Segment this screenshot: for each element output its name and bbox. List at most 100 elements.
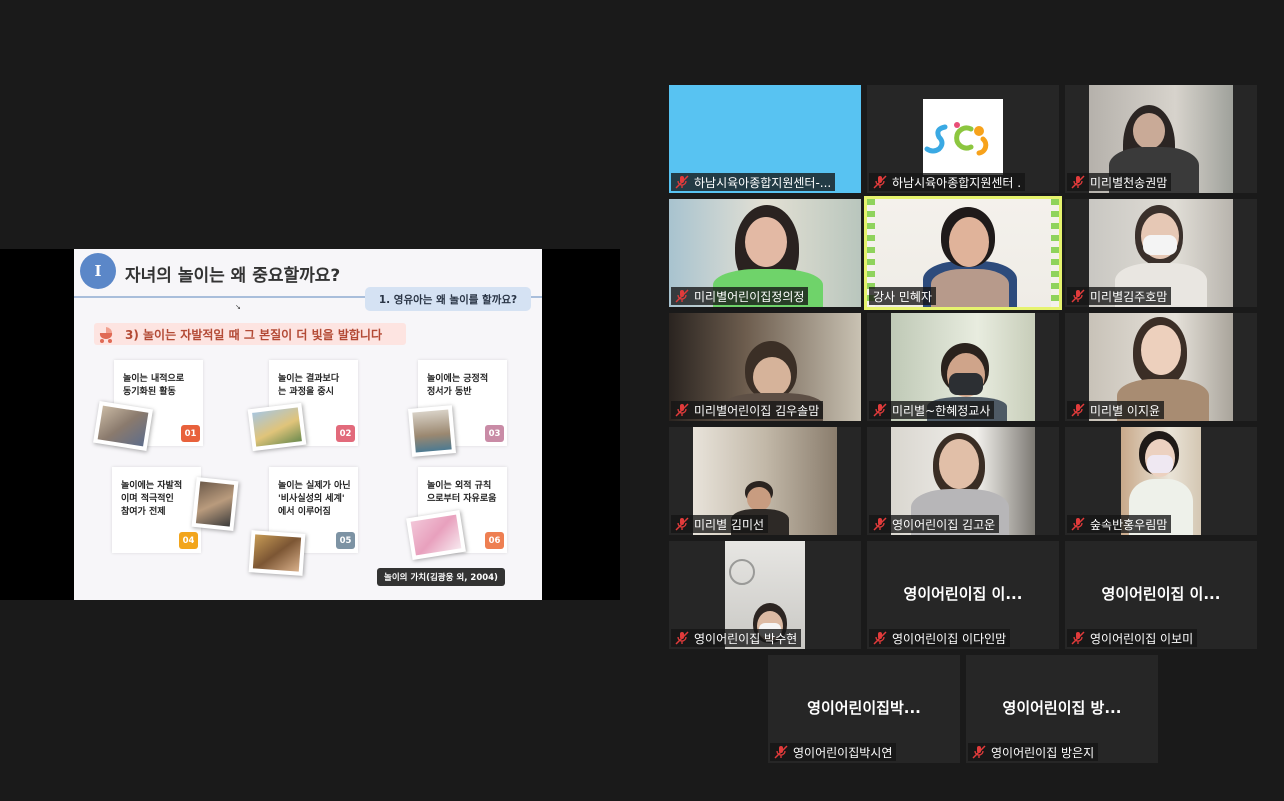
mic-muted-icon — [675, 289, 689, 303]
name-bar: 하남시육아종합지원센터-... — [671, 173, 836, 191]
mouse-pointer: ↘ — [235, 303, 241, 311]
card-text: 놀이에는 긍정적 정서가 동반 — [427, 374, 489, 397]
mic-muted-icon — [1071, 175, 1085, 189]
photo-child-toys — [407, 405, 457, 457]
card-number: 02 — [336, 425, 355, 442]
section-badge: I — [80, 253, 116, 289]
photo-children-group — [248, 530, 306, 576]
name-bar: 영이어린이집 이다인맘 — [869, 629, 1011, 647]
name-bar: 영이어린이집 김고운 — [869, 515, 1000, 533]
card-text: 놀이는 실제가 아닌 '비사실성의 세계' 에서 이루어짐 — [278, 481, 351, 517]
photo-baby-pink — [406, 510, 466, 560]
presentation-slide: I 자녀의 놀이는 왜 중요할까요? 1. 영유아는 왜 놀이를 할까요? ↘ … — [74, 249, 542, 600]
name-bar: 강사 민혜자 — [869, 287, 937, 305]
name-bar: 미리별김주호맘 — [1067, 287, 1172, 305]
name-bar: 미리별어린이집정의정 — [671, 287, 809, 305]
participant-display-name: 영이어린이집 이... — [1101, 585, 1221, 603]
participant-display-name: 영이어린이집 방... — [1002, 699, 1122, 717]
organization-logo — [923, 99, 1003, 175]
stroller-icon — [99, 327, 113, 343]
mic-muted-icon — [873, 403, 887, 417]
participant-name: 하남시육아종합지원센터-... — [694, 175, 832, 190]
card-text: 놀이는 외적 규칙 으로부터 자유로움 — [427, 481, 497, 504]
participant-tile[interactable]: 미리별어린이집정의정 — [669, 199, 861, 307]
name-bar: 영이어린이집 이보미 — [1067, 629, 1198, 647]
mic-muted-icon — [675, 631, 689, 645]
mic-muted-icon — [873, 175, 887, 189]
photo-child-drawing — [191, 476, 239, 532]
participant-name: 숲속반홍우림맘 — [1090, 517, 1168, 532]
participant-tile[interactable]: 미리별 김미선 — [669, 427, 861, 535]
card-04: 놀이에는 자발적 이며 적극적인 참여가 전제 04 — [112, 467, 201, 553]
card-number: 01 — [181, 425, 200, 442]
card-number: 05 — [336, 532, 355, 549]
participant-tile[interactable]: 영이어린이집 김고운 — [867, 427, 1059, 535]
card-text: 놀이에는 자발적 이며 적극적인 참여가 전제 — [121, 481, 183, 517]
participant-name: 영이어린이집 이보미 — [1090, 631, 1194, 646]
participant-name: 영이어린이집 김고운 — [892, 517, 996, 532]
mic-muted-icon — [1071, 517, 1085, 531]
name-bar: 영이어린이집 박수현 — [671, 629, 802, 647]
participant-name: 미리별천송권맘 — [1090, 175, 1168, 190]
card-number: 03 — [485, 425, 504, 442]
participant-name: 영이어린이집 이다인맘 — [892, 631, 1007, 646]
slide-subtitle: 1. 영유아는 왜 놀이를 할까요? — [365, 287, 531, 311]
mic-muted-icon — [675, 403, 689, 417]
photo-child-blocks — [247, 402, 307, 452]
participant-tile[interactable]: 영이어린이집박... 영이어린이집박시연 — [768, 655, 960, 763]
slide-title: 자녀의 놀이는 왜 중요할까요? — [125, 266, 341, 286]
slide-heading-box: 3) 놀이는 자발적일 때 그 본질이 더 빛을 발합니다 — [94, 323, 406, 345]
participant-tile[interactable]: 미리별천송권맘 — [1065, 85, 1257, 193]
participant-name: 영이어린이집 박수현 — [694, 631, 798, 646]
card-number: 06 — [485, 532, 504, 549]
participant-tile[interactable]: 미리별김주호맘 — [1065, 199, 1257, 307]
participant-name: 강사 민혜자 — [873, 289, 933, 304]
participant-display-name: 영이어린이집박... — [807, 699, 921, 717]
participant-name: 영이어린이집박시연 — [793, 745, 893, 760]
name-bar: 미리별천송권맘 — [1067, 173, 1172, 191]
participant-tile[interactable]: 미리별 이지윤 — [1065, 313, 1257, 421]
mic-muted-icon — [873, 631, 887, 645]
name-bar: 영이어린이집 방은지 — [968, 743, 1099, 761]
name-bar: 미리별 이지윤 — [1067, 401, 1165, 419]
card-text: 놀이는 결과보다 는 과정을 중시 — [278, 374, 340, 397]
participant-tile[interactable]: 하남시육아종합지원센터-... — [669, 85, 861, 193]
participant-tile[interactable]: 영이어린이집 이... 영이어린이집 이보미 — [1065, 541, 1257, 649]
participant-tile[interactable]: 숲속반홍우림맘 — [1065, 427, 1257, 535]
participant-name: 미리별 김미선 — [694, 517, 765, 532]
participant-tile[interactable]: 미리별어린이집 김우솔맘 — [669, 313, 861, 421]
mic-muted-icon — [972, 745, 986, 759]
card-number: 04 — [179, 532, 198, 549]
name-bar: 미리별어린이집 김우솔맘 — [671, 401, 824, 419]
card-text: 놀이는 내적으로 동기화된 활동 — [123, 374, 185, 397]
participant-name: 미리별어린이집정의정 — [694, 289, 805, 304]
slide-heading: 3) 놀이는 자발적일 때 그 본질이 더 빛을 발합니다 — [125, 328, 383, 342]
participant-name: 하남시육아종합지원센터 . — [892, 175, 1022, 190]
logo-icon — [924, 122, 989, 156]
participant-name: 미리별~한혜정교사 — [892, 403, 991, 418]
participant-tile[interactable]: 영이어린이집 이... 영이어린이집 이다인맘 — [867, 541, 1059, 649]
mic-muted-icon — [675, 175, 689, 189]
name-bar: 영이어린이집박시연 — [770, 743, 897, 761]
participant-display-name: 영이어린이집 이... — [903, 585, 1023, 603]
mic-muted-icon — [873, 517, 887, 531]
mic-muted-icon — [1071, 631, 1085, 645]
participant-tile-active-speaker[interactable]: 강사 민혜자 — [864, 196, 1062, 310]
participant-name: 영이어린이집 방은지 — [991, 745, 1095, 760]
mic-muted-icon — [675, 517, 689, 531]
name-bar: 하남시육아종합지원센터 . — [869, 173, 1026, 191]
participant-tile[interactable]: 영이어린이집 박수현 — [669, 541, 861, 649]
participant-tile[interactable]: 영이어린이집 방... 영이어린이집 방은지 — [966, 655, 1158, 763]
participant-name: 미리별어린이집 김우솔맘 — [694, 403, 820, 418]
participant-name: 미리별 이지윤 — [1090, 403, 1161, 418]
source-label: 놀이의 가치(김광웅 외, 2004) — [377, 568, 505, 586]
mic-muted-icon — [1071, 403, 1085, 417]
photo-baby-playing — [93, 401, 153, 451]
name-bar: 미리별~한혜정교사 — [869, 401, 995, 419]
name-bar: 미리별 김미선 — [671, 515, 769, 533]
participant-name: 미리별김주호맘 — [1090, 289, 1168, 304]
participant-tile[interactable]: 하남시육아종합지원센터 . — [867, 85, 1059, 193]
participant-tile[interactable]: 미리별~한혜정교사 — [867, 313, 1059, 421]
mic-muted-icon — [1071, 289, 1085, 303]
mic-muted-icon — [774, 745, 788, 759]
